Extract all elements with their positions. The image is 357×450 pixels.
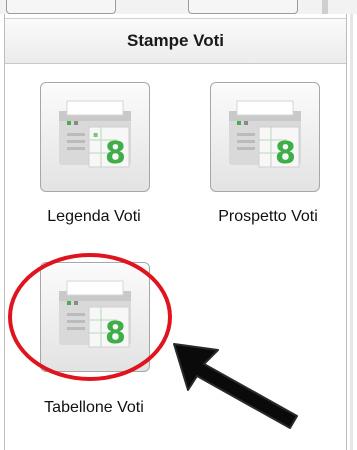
prospetto-voti-button[interactable]: 8 xyxy=(210,82,320,192)
top-tab-left[interactable] xyxy=(6,0,116,14)
legenda-voti-label: Legenda Voti xyxy=(47,208,141,225)
screenshot-stage: Stampe Voti ▪ 8 Legenda Voti 8 Prospetto… xyxy=(0,0,357,450)
stampe-voti-panel: Stampe Voti xyxy=(4,14,347,450)
tabellone-voti-button[interactable]: 8 xyxy=(40,262,150,372)
printer-grade-icon: ▪ 8 xyxy=(59,100,131,171)
printer-grade-icon: 8 xyxy=(229,100,301,171)
legenda-voti-button[interactable]: ▪ 8 xyxy=(40,82,150,192)
top-tab-right[interactable] xyxy=(188,0,298,14)
panel-title: Stampe Voti xyxy=(5,18,346,64)
svg-text:8: 8 xyxy=(275,136,296,171)
svg-text:▪: ▪ xyxy=(93,130,98,139)
top-scroll-handle[interactable] xyxy=(322,0,328,14)
printer-grade-icon: 8 xyxy=(59,280,131,351)
svg-text:8: 8 xyxy=(105,316,126,351)
svg-text:8: 8 xyxy=(105,136,126,171)
prospetto-voti-label: Prospetto Voti xyxy=(218,208,318,225)
top-toolbar-remnant xyxy=(0,0,357,14)
tabellone-voti-label: Tabellone Voti xyxy=(44,399,144,416)
panel-right-edge xyxy=(350,14,353,450)
